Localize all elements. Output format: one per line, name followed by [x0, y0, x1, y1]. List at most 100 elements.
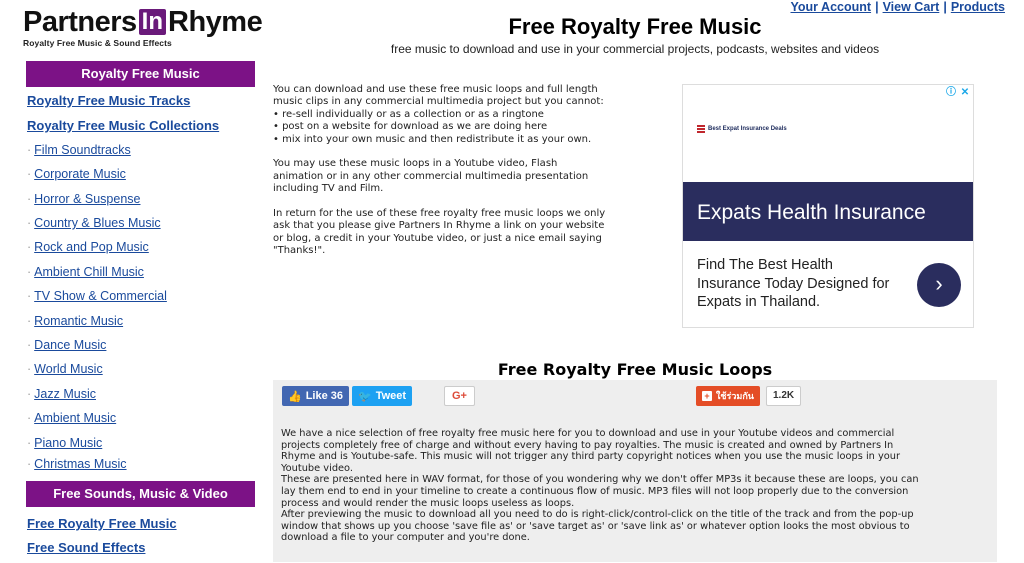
- bullet-icon: ·: [27, 167, 32, 181]
- logo-tagline: Royalty Free Music & Sound Effects: [23, 38, 172, 48]
- sidebar-heading-free-sounds: Free Sounds, Music & Video: [26, 481, 255, 507]
- ad-headline[interactable]: Expats Health Insurance: [683, 182, 973, 241]
- text-line: You may use these music loops in a Youtu…: [273, 158, 558, 170]
- bullet-icon: ·: [27, 289, 32, 303]
- sidebar-item-horror-suspense[interactable]: · Horror & Suspense: [27, 192, 140, 206]
- sidebar-item-dance[interactable]: · Dance Music: [27, 338, 106, 352]
- sidebar-item-piano[interactable]: · Piano Music: [27, 436, 102, 450]
- page-subtitle: free music to download and use in your c…: [390, 42, 880, 56]
- sidebar-item-label[interactable]: Ambient Chill Music: [34, 265, 144, 279]
- bullet-icon: ·: [27, 436, 32, 450]
- sidebar-item-label[interactable]: Christmas Music: [34, 457, 126, 471]
- text-line: process and would render the music loops…: [281, 497, 575, 509]
- text-line: After previewing the music to download a…: [281, 509, 914, 521]
- loops-section: 👍 Like 36 🐦 Tweet G+ + ใช้ร่วมกัน 1.2K W…: [273, 380, 997, 562]
- text-line: or blog, a credit in your Youtube video,…: [273, 232, 602, 244]
- text-line: • post on a website for download as we a…: [273, 121, 548, 133]
- sidebar-link-music-collections[interactable]: Royalty Free Music Collections: [27, 118, 219, 133]
- your-account-link[interactable]: Your Account: [791, 0, 872, 14]
- loops-description: We have a nice selection of free royalty…: [281, 428, 989, 544]
- thumbs-up-icon: 👍: [288, 390, 302, 403]
- sidebar-item-label[interactable]: Corporate Music: [34, 167, 126, 181]
- ad-brand-logo: Best Expat Insurance Deals: [697, 125, 787, 133]
- products-link[interactable]: Products: [951, 0, 1005, 14]
- separator: |: [943, 0, 947, 14]
- ad-body-text[interactable]: Find The Best Health Insurance Today Des…: [697, 256, 897, 312]
- sidebar-item-label[interactable]: Ambient Music: [34, 411, 116, 425]
- logo-wordmark: Partners In Rhyme: [23, 7, 263, 38]
- sidebar-item-label[interactable]: Piano Music: [34, 436, 102, 450]
- sidebar-item-label[interactable]: Jazz Music: [34, 387, 96, 401]
- sidebar-item-ambient[interactable]: · Ambient Music: [27, 411, 116, 425]
- text-line: window that shows up you choose 'save fi…: [281, 520, 910, 532]
- sidebar-item-label[interactable]: TV Show & Commercial: [34, 289, 167, 303]
- bullet-icon: ·: [27, 411, 32, 425]
- text-line: You can download and use these free musi…: [273, 84, 598, 95]
- sidebar-item-label[interactable]: Country & Blues Music: [34, 216, 160, 230]
- sidebar-link-free-royalty-free-music[interactable]: Free Royalty Free Music: [27, 516, 177, 531]
- sidebar-item-label[interactable]: Horror & Suspense: [34, 192, 140, 206]
- text-line: In return for the use of these free roya…: [273, 208, 606, 220]
- ad-brand-mark-icon: [697, 125, 705, 133]
- ad-arrow-button[interactable]: ›: [917, 263, 961, 307]
- text-line: including TV and Film.: [273, 183, 384, 195]
- tweet-button[interactable]: 🐦 Tweet: [352, 386, 413, 406]
- logo-word-rhyme: Rhyme: [168, 6, 263, 38]
- sidebar-item-label[interactable]: World Music: [34, 362, 103, 376]
- bullet-icon: ·: [27, 265, 32, 279]
- top-nav: Your Account | View Cart | Products: [791, 0, 1006, 14]
- sidebar-item-jazz[interactable]: · Jazz Music: [27, 387, 96, 401]
- sidebar-item-label[interactable]: Film Soundtracks: [34, 143, 131, 157]
- sidebar-item-romantic[interactable]: · Romantic Music: [27, 314, 123, 328]
- separator: |: [875, 0, 879, 14]
- sidebar-item-label[interactable]: Dance Music: [34, 338, 106, 352]
- sidebar-item-ambient-chill[interactable]: · Ambient Chill Music: [27, 265, 144, 279]
- bullet-icon: ·: [27, 192, 32, 206]
- text-line: projects completely free of charge and w…: [281, 439, 894, 451]
- text-line: animation or in any other commercial mul…: [273, 170, 589, 182]
- bullet-icon: ·: [27, 457, 32, 471]
- page-title: Free Royalty Free Music: [508, 14, 762, 39]
- sidebar-item-film-soundtracks[interactable]: · Film Soundtracks: [27, 143, 131, 157]
- text-line: music clips in any commercial multimedia…: [273, 96, 604, 108]
- bullet-icon: ·: [27, 240, 32, 254]
- share-button[interactable]: + ใช้ร่วมกัน: [696, 386, 760, 406]
- advertisement[interactable]: ⓘ ✕ Best Expat Insurance Deals Expats He…: [682, 84, 974, 328]
- tweet-label: Tweet: [375, 390, 407, 402]
- text-line: • mix into your own music and then redis…: [273, 133, 592, 145]
- sidebar-item-rock-pop[interactable]: · Rock and Pop Music: [27, 240, 149, 254]
- sidebar-item-label[interactable]: Rock and Pop Music: [34, 240, 149, 254]
- intro-paragraph-2: You may use these music loops in a Youtu…: [273, 158, 648, 195]
- intro-paragraph-3: In return for the use of these free roya…: [273, 208, 648, 258]
- sidebar-item-label[interactable]: Romantic Music: [34, 314, 123, 328]
- like-label: Like 36: [305, 390, 344, 402]
- ad-close-icon[interactable]: ✕: [959, 87, 971, 99]
- text-line: Youtube video.: [281, 462, 353, 474]
- ad-info-icon[interactable]: ⓘ: [945, 87, 957, 99]
- text-line: These are presented here in WAV format, …: [281, 474, 919, 486]
- plus-icon: +: [702, 391, 712, 401]
- sidebar-item-country-blues[interactable]: · Country & Blues Music: [27, 216, 161, 230]
- bullet-icon: ·: [27, 387, 32, 401]
- ad-brand-name: Best Expat Insurance Deals: [708, 125, 787, 132]
- share-label: ใช้ร่วมกัน: [716, 391, 754, 401]
- google-plus-button[interactable]: G+: [444, 386, 475, 406]
- view-cart-link[interactable]: View Cart: [883, 0, 940, 14]
- text-line: download a file to your computer and you…: [281, 532, 530, 544]
- sidebar-item-christmas[interactable]: · Christmas Music: [27, 457, 127, 471]
- sidebar-item-tv-show[interactable]: · TV Show & Commercial: [27, 289, 167, 303]
- logo-word-partners: Partners: [23, 6, 137, 38]
- sidebar-link-free-sound-effects[interactable]: Free Sound Effects: [27, 540, 145, 555]
- logo-word-in: In: [138, 9, 166, 35]
- facebook-like-button[interactable]: 👍 Like 36: [282, 386, 350, 406]
- sidebar-heading-royalty-free-music: Royalty Free Music: [26, 61, 255, 87]
- site-logo[interactable]: Partners In Rhyme Royalty Free Music & Sou…: [23, 7, 263, 49]
- sidebar-item-corporate-music[interactable]: · Corporate Music: [27, 167, 126, 181]
- sidebar-link-music-tracks[interactable]: Royalty Free Music Tracks: [27, 93, 190, 108]
- text-line: "Thanks!".: [273, 245, 326, 257]
- sidebar-item-world[interactable]: · World Music: [27, 362, 103, 376]
- text-line: lay them end to end in your timeline to …: [281, 485, 909, 497]
- share-count-badge: 1.2K: [766, 386, 802, 406]
- bullet-icon: ·: [27, 362, 32, 376]
- text-line: We have a nice selection of free royalty…: [281, 428, 895, 439]
